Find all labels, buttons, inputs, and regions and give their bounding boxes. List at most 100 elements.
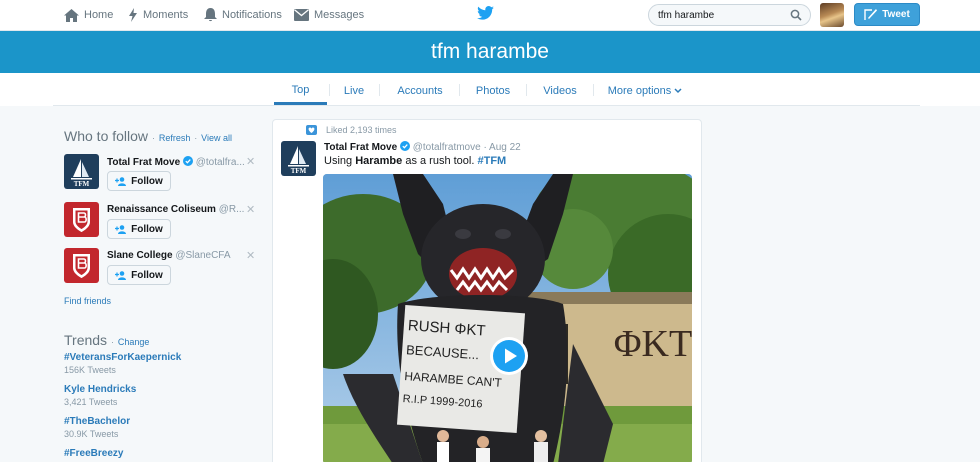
nav-messages-label: Messages bbox=[314, 9, 365, 21]
suggestion-avatar[interactable] bbox=[64, 248, 99, 283]
who-to-follow-title: Who to follow bbox=[64, 128, 149, 144]
hashtag-link[interactable]: #TFM bbox=[477, 155, 506, 167]
tfm-logo-icon: TFM bbox=[71, 159, 92, 188]
trend-name[interactable]: Kyle Hendricks bbox=[64, 384, 136, 395]
tab-videos[interactable]: Videos bbox=[534, 77, 586, 105]
add-user-icon bbox=[115, 270, 127, 280]
tab-more-options-label: More options bbox=[607, 85, 672, 97]
trend-item[interactable]: Kyle Hendricks 3,421 Tweets bbox=[64, 384, 136, 407]
suggestion-name[interactable]: Total Frat Move @totalfra... bbox=[107, 156, 247, 168]
page-title: tfm harambe bbox=[431, 40, 549, 63]
suggestion-avatar[interactable] bbox=[64, 202, 99, 237]
trend-name[interactable]: #VeteransForKaepernick bbox=[64, 352, 181, 363]
search-icon[interactable] bbox=[790, 9, 802, 21]
suggestion-name[interactable]: Slane College @SlaneCFA bbox=[107, 250, 247, 261]
heart-icon bbox=[306, 125, 317, 135]
suggestion-name-text: Slane College bbox=[107, 250, 173, 261]
crest-logo-icon bbox=[73, 208, 90, 232]
trends-title: Trends bbox=[64, 332, 108, 348]
suggestion-name-text: Renaissance Coliseum bbox=[107, 204, 216, 215]
dismiss-suggestion-icon[interactable]: ✕ bbox=[246, 203, 255, 216]
search-input-value: tfm harambe bbox=[658, 9, 715, 21]
trend-item[interactable]: #FreeBreezy bbox=[64, 448, 123, 459]
nav-notifications[interactable]: Notifications bbox=[204, 6, 282, 24]
change-trends-link[interactable]: Change bbox=[118, 337, 150, 347]
follow-button[interactable]: Follow bbox=[107, 171, 171, 191]
trend-item[interactable]: #TheBachelor 30.9K Tweets bbox=[64, 416, 130, 439]
dismiss-suggestion-icon[interactable]: ✕ bbox=[246, 155, 255, 168]
quill-icon bbox=[864, 9, 878, 20]
suggestion-name[interactable]: Renaissance Coliseum @R... bbox=[107, 204, 247, 215]
separator-dot: · bbox=[151, 133, 155, 143]
nav-home[interactable]: Home bbox=[64, 6, 113, 24]
twitter-bird-logo-icon[interactable] bbox=[477, 6, 494, 20]
nav-messages[interactable]: Messages bbox=[294, 6, 364, 24]
suggestion-handle: @R... bbox=[218, 204, 245, 215]
home-icon bbox=[64, 8, 79, 22]
envelope-icon bbox=[294, 9, 309, 21]
follow-button[interactable]: Follow bbox=[107, 219, 171, 239]
house-greek-letters: ΦKT bbox=[614, 323, 692, 365]
lightning-icon bbox=[129, 8, 137, 22]
nav-home-label: Home bbox=[84, 9, 114, 21]
follow-button-label: Follow bbox=[131, 175, 163, 187]
separator-dot: · bbox=[110, 337, 114, 347]
tabs-divider-line bbox=[53, 105, 920, 106]
bell-icon bbox=[204, 8, 217, 22]
tab-divider bbox=[379, 84, 380, 96]
tab-videos-label: Videos bbox=[543, 85, 577, 97]
search-input[interactable]: tfm harambe bbox=[648, 4, 811, 26]
trend-name[interactable]: #TheBachelor bbox=[64, 416, 130, 427]
verified-badge-icon bbox=[182, 156, 193, 166]
tab-live-label: Live bbox=[343, 85, 365, 97]
suggestion-name-text: Total Frat Move bbox=[107, 157, 181, 168]
tab-live[interactable]: Live bbox=[330, 77, 378, 105]
tab-accounts[interactable]: Accounts bbox=[385, 77, 455, 105]
trend-name[interactable]: #FreeBreezy bbox=[64, 448, 123, 459]
suggestion-avatar[interactable]: TFM bbox=[64, 154, 99, 189]
play-icon bbox=[493, 340, 525, 372]
view-all-link[interactable]: View all bbox=[201, 133, 232, 143]
tweet-author-name[interactable]: Total Frat Move bbox=[324, 142, 397, 153]
tfm-logo-text: TFM bbox=[291, 167, 307, 175]
tab-divider bbox=[526, 84, 527, 96]
tweet-author-avatar[interactable]: TFM bbox=[281, 141, 316, 176]
tfm-logo-text: TFM bbox=[74, 180, 90, 188]
tweet-video[interactable]: ΦKT RUSH ΦKT BECAUSE... HARAMBE CAN'T R.… bbox=[323, 174, 692, 462]
nav-moments[interactable]: Moments bbox=[128, 6, 188, 24]
tab-top-label: Top bbox=[291, 83, 310, 96]
tab-photos[interactable]: Photos bbox=[467, 77, 519, 105]
follow-button-label: Follow bbox=[131, 269, 163, 281]
who-to-follow-header: Who to follow · Refresh · View all bbox=[64, 128, 232, 144]
tab-top[interactable]: Top bbox=[274, 77, 327, 105]
trends-header: Trends · Change bbox=[64, 332, 149, 348]
compose-tweet-button[interactable]: Tweet bbox=[854, 3, 920, 26]
nav-notifications-label: Notifications bbox=[222, 9, 282, 21]
add-user-icon bbox=[115, 176, 127, 186]
search-query-banner: tfm harambe bbox=[0, 31, 980, 73]
follow-suggestion: Slane College @SlaneCFA ✕ Follow bbox=[64, 248, 260, 288]
follow-button[interactable]: Follow bbox=[107, 265, 171, 285]
tweet-timestamp[interactable]: Aug 22 bbox=[489, 142, 521, 153]
find-friends-link[interactable]: Find friends bbox=[64, 296, 111, 306]
compose-tweet-label: Tweet bbox=[882, 9, 910, 20]
play-video-button[interactable] bbox=[490, 337, 528, 375]
dismiss-suggestion-icon[interactable]: ✕ bbox=[246, 249, 255, 262]
trend-tweet-count: 156K Tweets bbox=[64, 365, 116, 375]
separator-dot: · bbox=[194, 133, 198, 143]
video-thumbnail-image: ΦKT RUSH ΦKT BECAUSE... HARAMBE CAN'T R.… bbox=[323, 174, 692, 462]
tweet-text: Using Harambe as a rush tool. #TFM bbox=[324, 155, 506, 167]
crest-logo-icon bbox=[73, 254, 90, 278]
separator-dot: · bbox=[483, 142, 487, 153]
refresh-link[interactable]: Refresh bbox=[159, 133, 191, 143]
profile-avatar[interactable] bbox=[820, 3, 844, 27]
chevron-down-icon bbox=[674, 88, 682, 94]
tab-divider bbox=[593, 84, 594, 96]
trend-item[interactable]: #VeteransForKaepernick 156K Tweets bbox=[64, 352, 181, 375]
tweet-text-part: as a rush tool. bbox=[402, 155, 478, 167]
follow-button-label: Follow bbox=[131, 223, 163, 235]
tab-more-options[interactable]: More options bbox=[606, 77, 684, 105]
nav-moments-label: Moments bbox=[143, 9, 189, 21]
follow-suggestion: TFM Total Frat Move @totalfra... ✕ Follo… bbox=[64, 154, 260, 194]
tweet-author-handle[interactable]: @totalfratmove bbox=[413, 142, 481, 153]
